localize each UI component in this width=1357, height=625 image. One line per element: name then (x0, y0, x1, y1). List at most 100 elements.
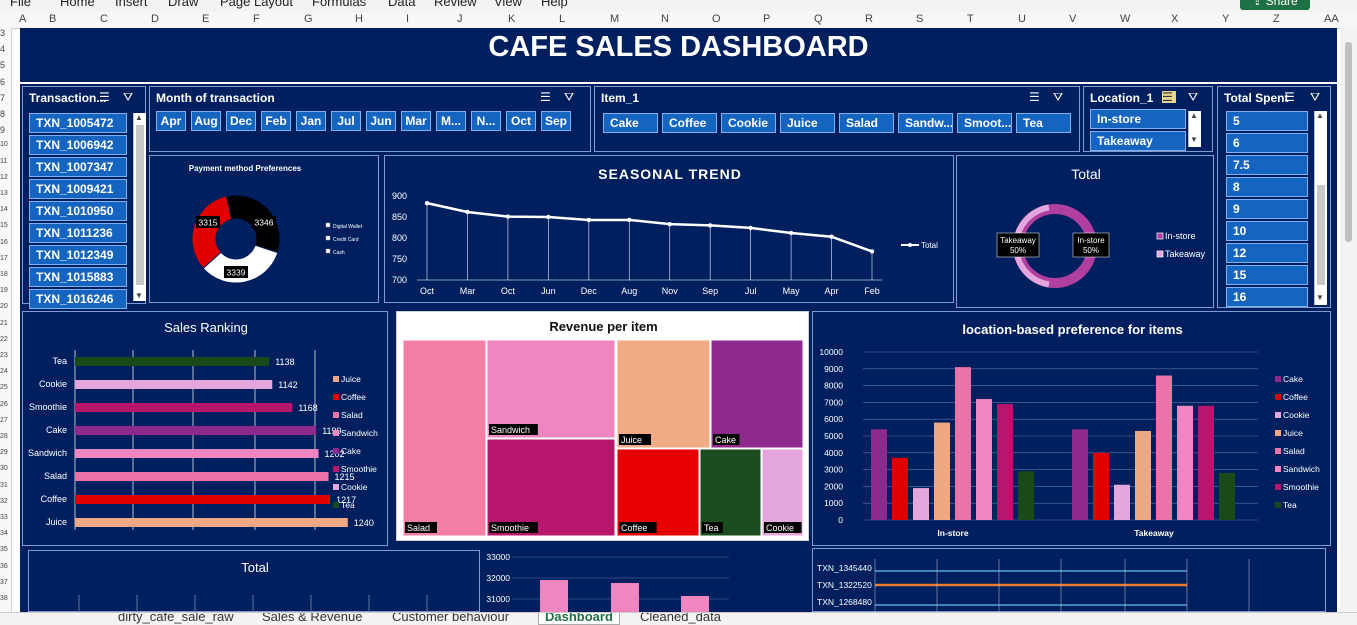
sales-ranking-chart[interactable]: Sales Ranking Tea 1138 Cookie 1142 Smoothie 1… (22, 311, 388, 546)
share-button[interactable]: ⇪ Share (1240, 0, 1310, 10)
column-header[interactable]: Q (814, 13, 823, 25)
revenue-treemap-chart[interactable]: Revenue per item Salad Sandwich Smoothie Ju… (396, 311, 809, 541)
clear-filter-icon[interactable]: ⛛ (1053, 91, 1067, 103)
location-total-chart[interactable]: Total Takeaway 50% In-store 50% In-store Take… (956, 155, 1214, 308)
row-header[interactable]: 30 (0, 465, 8, 472)
slicer-item-month[interactable]: Jul (331, 111, 361, 131)
slicer-item-amount[interactable]: 15 (1226, 265, 1308, 285)
ribbon-tab-home[interactable]: Home (60, 0, 95, 9)
treemap-tile-smoothie[interactable] (486, 438, 616, 537)
bar-sandwich[interactable] (75, 449, 319, 458)
row-header[interactable]: 33 (0, 514, 8, 521)
slicer-item-amount[interactable]: 5 (1226, 111, 1308, 131)
column-header[interactable]: R (865, 13, 873, 25)
slicer-item-product[interactable]: Coffee (662, 113, 717, 133)
slicer-item-txn_1015883[interactable]: TXN_1015883 (29, 267, 127, 287)
bottom-right-chart[interactable]: TXN_1345440 TXN_1322520 TXN_1268480 (812, 548, 1326, 613)
slicer-item-txn_1006942[interactable]: TXN_1006942 (29, 135, 127, 155)
bar[interactable] (540, 580, 568, 612)
multi-select-icon[interactable]: ☰ (1029, 91, 1043, 103)
row-header[interactable]: 26 (0, 401, 8, 408)
slicer-scrollbar[interactable]: ▲ ▼ (1188, 111, 1201, 147)
column-header[interactable]: Z (1273, 13, 1280, 25)
row-header[interactable]: 15 (0, 222, 8, 229)
row-header[interactable]: 20 (0, 303, 8, 310)
scroll-up-icon[interactable]: ▲ (135, 113, 143, 122)
bar-juice[interactable] (75, 518, 348, 527)
slicer-item-txn_1016246[interactable]: TXN_1016246 (29, 289, 127, 309)
bar-smoothie[interactable] (75, 403, 293, 412)
column-header[interactable]: N (661, 13, 669, 25)
column-header[interactable]: W (1120, 13, 1130, 25)
multi-select-icon[interactable]: ☰ (99, 91, 113, 103)
ribbon-tab-insert[interactable]: Insert (115, 0, 148, 9)
bar[interactable] (611, 583, 639, 612)
data-point[interactable] (546, 214, 551, 220)
multi-select-icon[interactable]: ☰ (540, 91, 554, 103)
slicer-item-month[interactable]: Jan (296, 111, 326, 131)
slicer-item-location[interactable]: Takeaway (1090, 131, 1186, 151)
column-header[interactable]: K (508, 13, 515, 25)
bar-coffee-in-store[interactable] (892, 457, 908, 520)
ribbon-tab-view[interactable]: View (494, 0, 522, 9)
location-preference-chart[interactable]: location-based preference for items 0 100… (812, 311, 1331, 546)
slicer-item-txn_1010950[interactable]: TXN_1010950 (29, 201, 127, 221)
bar-cookie[interactable] (75, 380, 273, 389)
slicer-item-month[interactable]: Dec (226, 111, 256, 131)
bar-sandwich-in-store[interactable] (976, 399, 992, 520)
column-header[interactable]: H (355, 13, 363, 25)
clear-filter-icon[interactable]: ⛛ (1188, 91, 1202, 103)
sheet-tab[interactable]: Cleaned_data (640, 613, 721, 624)
clear-filter-icon[interactable]: ⛛ (123, 91, 137, 103)
row-header[interactable]: 34 (0, 530, 8, 537)
column-header[interactable]: E (202, 13, 209, 25)
row-header[interactable]: 36 (0, 563, 8, 570)
row-header[interactable]: 6 (0, 77, 5, 87)
treemap-tile-cake[interactable] (710, 339, 804, 449)
scroll-down-icon[interactable]: ▼ (1316, 293, 1324, 302)
payment-method-chart[interactable]: Payment method Preferences 3315 3346 3339 D… (149, 155, 379, 303)
row-header[interactable]: 14 (0, 206, 8, 213)
scroll-thumb[interactable] (136, 125, 144, 285)
row-header[interactable]: 17 (0, 255, 8, 262)
data-point[interactable] (788, 230, 794, 236)
bar-salad[interactable] (75, 472, 329, 481)
bar-coffee[interactable] (75, 495, 331, 504)
scroll-down-icon[interactable]: ▼ (135, 291, 143, 300)
slicer-item-product[interactable]: Smoot... (957, 113, 1012, 133)
ribbon-tab-data[interactable]: Data (388, 0, 415, 9)
column-header[interactable]: X (1171, 13, 1178, 25)
slicer-item-month[interactable]: Mar (401, 111, 431, 131)
slicer-item-month[interactable]: Jun (366, 111, 396, 131)
data-point[interactable] (748, 225, 753, 231)
bar-juice-in-store[interactable] (934, 422, 950, 520)
scroll-thumb[interactable] (1317, 185, 1325, 285)
ribbon-tab-review[interactable]: Review (434, 0, 477, 9)
seasonal-trend-chart[interactable]: SEASONAL TREND 700 750 800 850 900 Oct Mar Oct J… (384, 155, 954, 303)
bar-cookie-takeaway[interactable] (1114, 484, 1130, 520)
column-header[interactable]: L (559, 13, 565, 25)
row-header[interactable]: 27 (0, 417, 8, 424)
sheet-tab[interactable]: Sales & Revenue (262, 613, 362, 624)
slicer-item-month[interactable]: N... (471, 111, 501, 131)
row-header[interactable]: 5 (0, 60, 5, 70)
row-header[interactable]: 18 (0, 271, 8, 278)
scroll-down-icon[interactable]: ▼ (1190, 135, 1198, 144)
row-header[interactable]: 29 (0, 449, 8, 456)
data-point[interactable] (869, 249, 875, 254)
column-header[interactable]: J (457, 13, 463, 25)
slicer-item-month[interactable]: Aug (191, 111, 221, 131)
bar-smoothie-in-store[interactable] (997, 404, 1013, 520)
row-header[interactable]: 24 (0, 368, 8, 375)
scroll-up-icon[interactable]: ▲ (1316, 111, 1324, 120)
row-header[interactable]: 12 (0, 174, 8, 181)
data-point[interactable] (586, 217, 592, 223)
row-header[interactable]: 19 (0, 287, 8, 294)
bar-smoothie-takeaway[interactable] (1198, 405, 1214, 520)
row-header[interactable]: 13 (0, 190, 8, 197)
slicer-item-product[interactable]: Salad (839, 113, 894, 133)
slicer-item-product[interactable]: Sandw... (898, 113, 953, 133)
slicer-item-month[interactable]: M... (436, 111, 466, 131)
multi-select-icon[interactable]: ☰ (1284, 91, 1298, 103)
treemap-tile-juice[interactable] (616, 339, 711, 449)
